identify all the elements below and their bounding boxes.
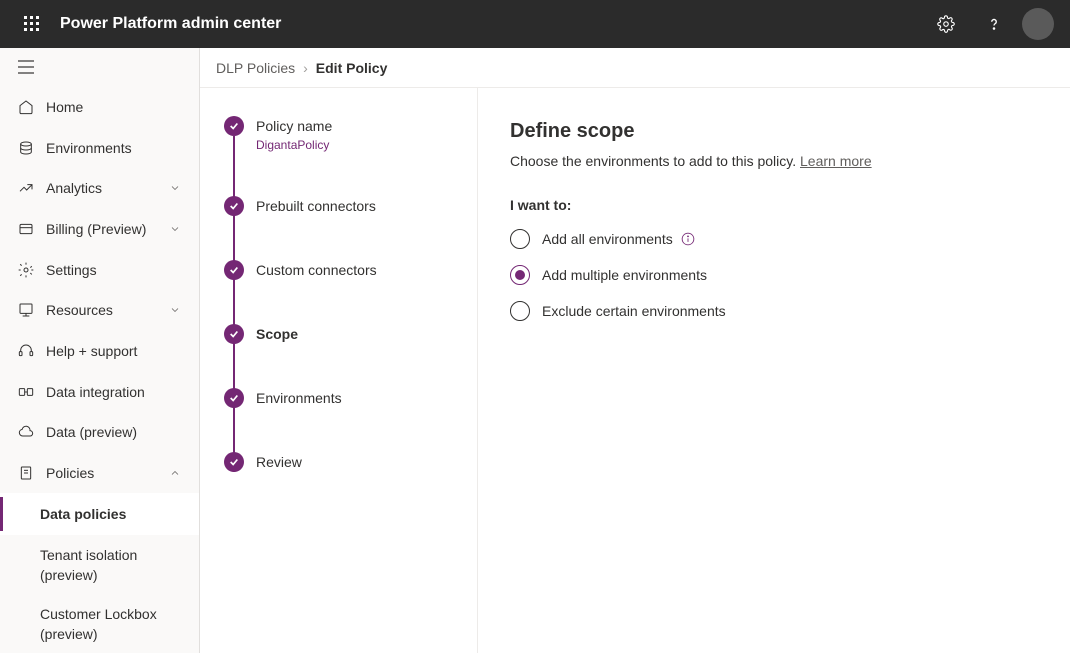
sidebar-item-label: Data (preview) [46, 424, 183, 440]
sidebar-item-label: Environments [46, 140, 183, 156]
sidebar-sub-data-policies[interactable]: Data policies [0, 493, 199, 535]
check-icon [224, 196, 244, 216]
sidebar-item-label: Policies [46, 465, 167, 481]
sidebar-sub-tenant-isolation[interactable]: Tenant isolation (preview) [0, 535, 199, 594]
sidebar-item-label: Analytics [46, 180, 167, 196]
sidebar-item-environments[interactable]: Environments [0, 127, 199, 168]
sidebar-item-label: Settings [46, 262, 183, 278]
chevron-down-icon [167, 223, 183, 235]
sidebar-item-settings[interactable]: Settings [0, 249, 199, 290]
app-title: Power Platform admin center [60, 15, 926, 33]
check-icon [224, 452, 244, 472]
resources-icon [16, 300, 36, 320]
avatar[interactable] [1022, 8, 1054, 40]
page-description: Choose the environments to add to this p… [510, 153, 1038, 169]
sidebar-item-data-integration[interactable]: Data integration [0, 371, 199, 412]
chevron-right-icon: › [303, 60, 308, 76]
sidebar-item-billing[interactable]: Billing (Preview) [0, 209, 199, 250]
sidebar-item-label: Billing (Preview) [46, 221, 167, 237]
top-bar: Power Platform admin center [0, 0, 1070, 48]
sidebar-item-data-preview[interactable]: Data (preview) [0, 412, 199, 453]
chevron-up-icon [167, 467, 183, 479]
settings-icon[interactable] [926, 0, 966, 48]
check-icon [224, 388, 244, 408]
data-integration-icon [16, 382, 36, 402]
step-subtitle: DigantaPolicy [256, 138, 453, 152]
environments-icon [16, 138, 36, 158]
chevron-down-icon [167, 182, 183, 194]
page-title: Define scope [510, 120, 1038, 143]
gear-icon [16, 260, 36, 280]
radio-icon [510, 265, 530, 285]
chevron-down-icon [167, 304, 183, 316]
check-icon [224, 116, 244, 136]
step-prebuilt-connectors[interactable]: Prebuilt connectors [224, 196, 453, 260]
sidebar-sub-customer-lockbox[interactable]: Customer Lockbox (preview) [0, 594, 199, 653]
billing-icon [16, 219, 36, 239]
radio-exclude-certain[interactable]: Exclude certain environments [510, 301, 1038, 321]
sidebar-item-label: Help + support [46, 343, 183, 359]
step-environments[interactable]: Environments [224, 388, 453, 452]
radio-add-multiple[interactable]: Add multiple environments [510, 265, 1038, 285]
wizard-steps: Policy name DigantaPolicy Prebuilt conne… [200, 88, 478, 653]
check-icon [224, 324, 244, 344]
sidebar-item-policies[interactable]: Policies [0, 453, 199, 494]
headset-icon [16, 341, 36, 361]
breadcrumb-current: Edit Policy [316, 60, 388, 76]
learn-more-link[interactable]: Learn more [800, 153, 872, 169]
waffle-icon[interactable] [8, 0, 56, 48]
sidebar-item-label: Data integration [46, 384, 183, 400]
breadcrumb-parent[interactable]: DLP Policies [216, 60, 295, 76]
home-icon [16, 97, 36, 117]
sidebar-item-analytics[interactable]: Analytics [0, 168, 199, 209]
hamburger-icon[interactable] [0, 48, 199, 87]
scope-panel: Define scope Choose the environments to … [478, 88, 1070, 653]
info-icon[interactable] [681, 232, 695, 246]
step-policy-name[interactable]: Policy name DigantaPolicy [224, 116, 453, 196]
sidebar-item-home[interactable]: Home [0, 87, 199, 128]
radio-add-all[interactable]: Add all environments [510, 229, 1038, 249]
sidebar-item-help-support[interactable]: Help + support [0, 331, 199, 372]
policies-icon [16, 463, 36, 483]
check-icon [224, 260, 244, 280]
sidebar-item-resources[interactable]: Resources [0, 290, 199, 331]
step-scope[interactable]: Scope [224, 324, 453, 388]
option-group-label: I want to: [510, 197, 1038, 213]
step-custom-connectors[interactable]: Custom connectors [224, 260, 453, 324]
radio-icon [510, 301, 530, 321]
step-review[interactable]: Review [224, 452, 453, 472]
sidebar: Home Environments Analytics Billing (Pre… [0, 48, 200, 653]
data-icon [16, 422, 36, 442]
help-icon[interactable] [974, 0, 1014, 48]
sidebar-item-label: Home [46, 99, 183, 115]
sidebar-item-label: Resources [46, 302, 167, 318]
breadcrumb: DLP Policies › Edit Policy [200, 48, 1070, 88]
radio-icon [510, 229, 530, 249]
analytics-icon [16, 178, 36, 198]
